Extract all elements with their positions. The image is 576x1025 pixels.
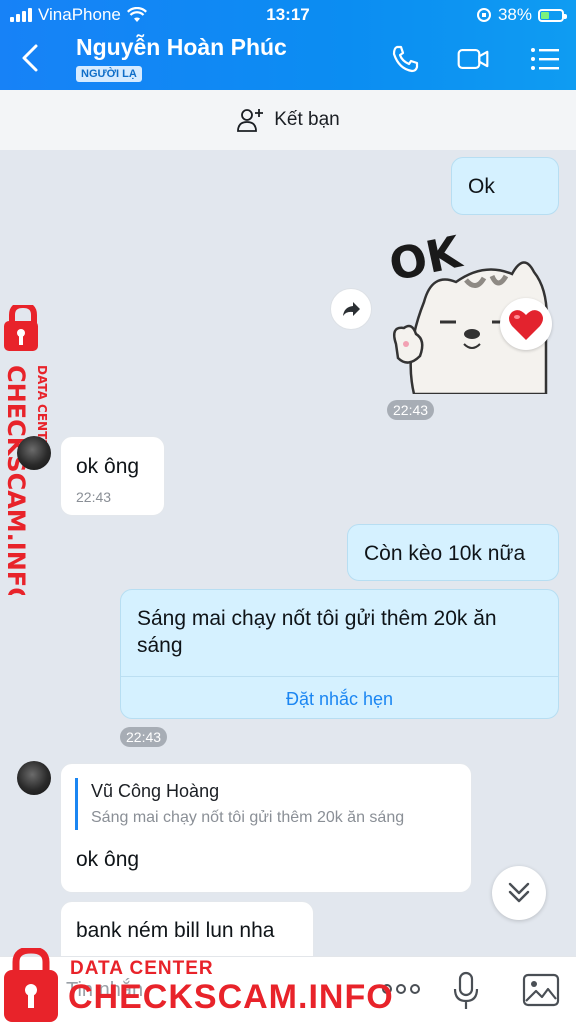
menu-icon[interactable] (528, 42, 562, 76)
message-text: ok ông (76, 848, 140, 871)
message-time: 22:43 (76, 489, 112, 506)
heart-icon (509, 310, 543, 340)
reaction-heart[interactable] (500, 298, 552, 350)
battery-percent: 38% (497, 5, 532, 24)
set-reminder-button[interactable]: Đặt nhắc hẹn (121, 688, 558, 711)
message-bubble[interactable]: Sáng mai chạy nốt tôi gửi thêm 20k ăn sá… (120, 589, 559, 719)
contact-name[interactable]: Nguyễn Hoàn Phúc (76, 34, 287, 61)
reply-indicator (75, 778, 78, 830)
microphone-icon[interactable] (452, 971, 480, 1011)
message-text: bank ném bill lun nha (76, 919, 275, 942)
avatar[interactable] (17, 436, 51, 470)
watermark-data-center: DATA CENTER (70, 958, 214, 979)
double-chevron-down-icon (508, 882, 530, 903)
stranger-badge: NGƯỜI LẠ (76, 66, 142, 82)
forward-icon (343, 302, 360, 316)
add-friend-label: Kết bạn (274, 109, 340, 130)
status-bar: VinaPhone 13:17 38% (0, 0, 576, 30)
reply-quote: Sáng mai chạy nốt tôi gửi thêm 20k ăn sá… (91, 809, 405, 826)
message-time: 22:43 (120, 727, 168, 747)
message-bubble[interactable]: Còn kèo 10k nữa (347, 524, 559, 581)
message-bubble[interactable]: Ok (451, 157, 559, 215)
message-time: 22:43 (387, 400, 435, 420)
orientation-lock-icon (476, 8, 491, 22)
image-gallery-icon[interactable] (522, 973, 560, 1007)
message-bubble[interactable]: ok ông 22:43 (60, 436, 165, 516)
add-user-icon (237, 109, 264, 132)
battery-icon (538, 8, 567, 22)
forward-button[interactable] (330, 288, 372, 330)
reply-message-bubble[interactable]: Vũ Công Hoàng Sáng mai chạy nốt tôi gửi … (60, 763, 472, 893)
message-text: ok ông (76, 455, 140, 478)
message-text: Sáng mai chạy nốt tôi gửi thêm 20k ăn sá… (137, 607, 497, 658)
video-call-icon[interactable] (456, 42, 490, 76)
reply-author: Vũ Công Hoàng (91, 781, 220, 801)
scroll-to-bottom-button[interactable] (492, 866, 546, 920)
phone-icon[interactable] (388, 42, 422, 76)
back-arrow-icon[interactable] (16, 40, 46, 76)
add-friend-button[interactable]: Kết bạn (0, 90, 576, 150)
avatar[interactable] (17, 761, 51, 795)
watermark-checkscam: CHECKSCAM.INFO (68, 978, 394, 1016)
chat-header: VinaPhone 13:17 38% Nguyễn Hoàn Phúc NGƯ… (0, 0, 576, 90)
message-text: Còn kèo 10k nữa (364, 542, 526, 565)
divider (121, 676, 558, 677)
message-text: Ok (468, 175, 495, 198)
svg-text:CHECKSCAM.INFO: CHECKSCAM.INFO (2, 365, 30, 595)
